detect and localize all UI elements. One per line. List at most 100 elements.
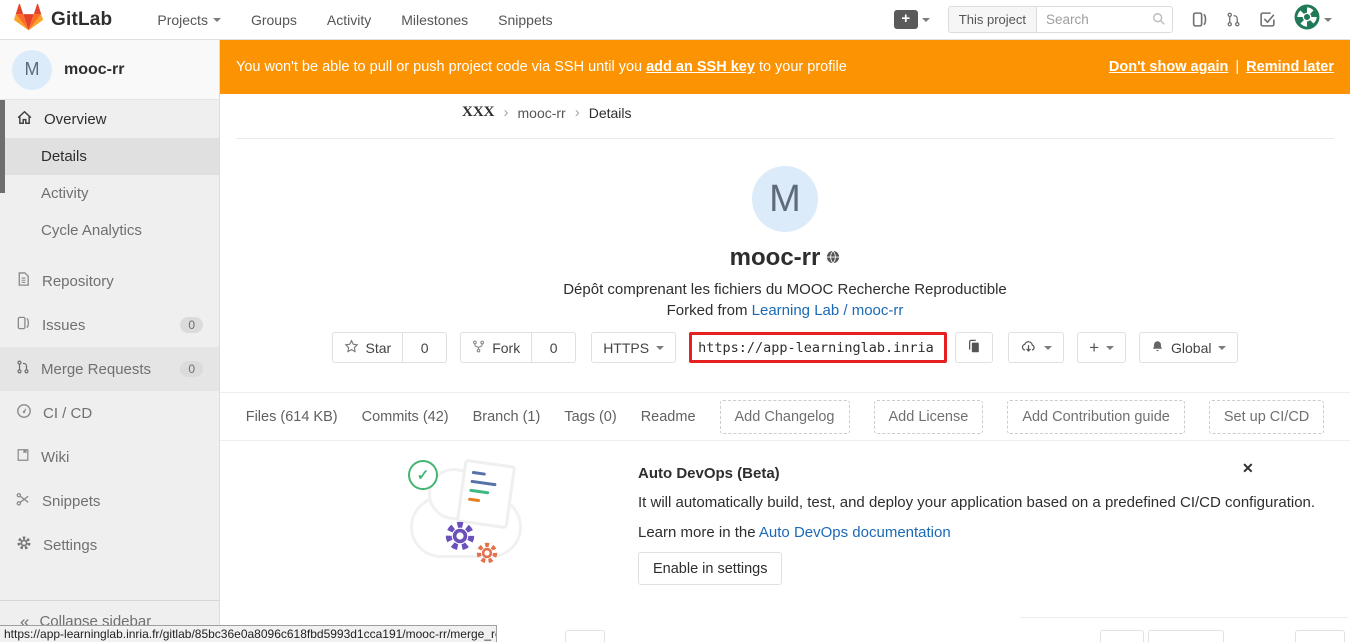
browser-status-bar: https://app-learninglab.inria.fr/gitlab/… <box>0 625 497 642</box>
sidebar-item-overview[interactable]: Overview <box>0 100 219 138</box>
notification-setting-dropdown[interactable]: Global <box>1139 332 1238 363</box>
brand-name: GitLab <box>51 9 112 31</box>
primary-nav: Projects Groups Activity Milestones Snip… <box>157 12 552 28</box>
partial-button[interactable] <box>1295 630 1345 642</box>
download-dropdown[interactable] <box>1008 332 1064 363</box>
protocol-dropdown[interactable]: HTTPS <box>591 332 676 363</box>
sidebar-item-settings[interactable]: Settings <box>0 523 219 567</box>
plus-icon: + <box>1089 338 1099 358</box>
sidebar-item-ci-cd[interactable]: CI / CD <box>0 391 219 435</box>
project-actions-row: Star 0 Fork 0 HTTPS <box>220 332 1350 363</box>
nav-snippets[interactable]: Snippets <box>498 12 552 28</box>
nav-milestones[interactable]: Milestones <box>401 12 468 28</box>
partial-button[interactable] <box>565 630 605 642</box>
remind-later-link[interactable]: Remind later <box>1246 59 1334 75</box>
chevron-down-icon <box>213 18 221 26</box>
breadcrumb-project-link[interactable]: mooc-rr <box>518 105 566 121</box>
copy-url-button[interactable] <box>955 332 993 363</box>
project-title: mooc-rr <box>730 244 821 271</box>
gitlab-home-link[interactable]: GitLab <box>14 3 112 37</box>
sidebar-item-wiki[interactable]: Wiki <box>0 435 219 479</box>
nav-groups[interactable]: Groups <box>251 12 297 28</box>
banner-separator: | <box>1235 59 1239 75</box>
sidebar-project-name: mooc-rr <box>64 61 124 79</box>
setup-ci-cd-button[interactable]: Set up CI/CD <box>1209 400 1324 434</box>
nav-activity[interactable]: Activity <box>327 12 371 28</box>
add-contribution-guide-button[interactable]: Add Contribution guide <box>1007 400 1185 434</box>
search-scope-label: This project <box>948 6 1036 33</box>
nav-projects[interactable]: Projects <box>157 12 221 28</box>
add-ssh-key-link[interactable]: add an SSH key <box>646 59 755 75</box>
auto-devops-description: It will automatically build, test, and d… <box>638 494 1315 511</box>
dont-show-again-link[interactable]: Don't show again <box>1109 59 1228 75</box>
fork-count[interactable]: 0 <box>532 332 576 363</box>
project-avatar: M <box>752 166 818 232</box>
fork-button[interactable]: Fork <box>460 332 532 363</box>
tab-files[interactable]: Files (614 KB) <box>246 409 338 425</box>
star-count[interactable]: 0 <box>403 332 447 363</box>
merge-requests-count-badge: 0 <box>180 361 203 377</box>
plus-icon: + <box>894 10 918 29</box>
star-icon <box>344 339 359 357</box>
enable-in-settings-button[interactable]: Enable in settings <box>638 552 782 585</box>
chevron-down-icon <box>1218 346 1226 354</box>
tab-readme[interactable]: Readme <box>641 409 696 425</box>
partial-button[interactable] <box>1100 630 1144 642</box>
auto-devops-title: Auto DevOps (Beta) <box>638 465 780 482</box>
sidebar-item-details[interactable]: Details <box>0 138 219 175</box>
sidebar-item-merge-requests[interactable]: Merge Requests 0 <box>0 347 219 391</box>
main-content: XXX › mooc-rr › Details M mooc-rr Dépôt … <box>220 94 1350 642</box>
chevron-down-icon <box>922 18 930 26</box>
gitlab-project-page: GitLab Projects Groups Activity Mileston… <box>0 0 1350 642</box>
add-changelog-button[interactable]: Add Changelog <box>720 400 850 434</box>
add-license-button[interactable]: Add License <box>874 400 984 434</box>
pipeline-gauge-icon <box>16 403 32 423</box>
search-icon <box>1152 12 1166 31</box>
merge-requests-dashboard-button[interactable] <box>1226 11 1241 28</box>
public-globe-icon <box>826 243 840 271</box>
partial-button[interactable] <box>1148 630 1224 642</box>
chevron-down-icon <box>1106 346 1114 354</box>
scissors-icon <box>16 492 31 511</box>
sidebar-item-cycle-analytics[interactable]: Cycle Analytics <box>0 212 219 249</box>
sidebar-item-activity[interactable]: Activity <box>0 175 219 212</box>
issues-count-badge: 0 <box>180 317 203 333</box>
sidebar-project-header[interactable]: M mooc-rr <box>0 40 219 100</box>
tab-branch[interactable]: Branch (1) <box>473 409 541 425</box>
chevron-right-icon: › <box>575 104 580 121</box>
close-icon[interactable]: ✕ <box>1242 460 1254 477</box>
forked-from-link[interactable]: Learning Lab / mooc-rr <box>752 302 904 319</box>
fork-icon <box>472 339 485 357</box>
breadcrumb-current-page: Details <box>589 105 632 121</box>
auto-devops-illustration: ✓ <box>408 454 548 586</box>
breadcrumb-group-link[interactable]: XXX <box>462 104 495 121</box>
user-menu-button[interactable] <box>1294 4 1332 35</box>
chevron-down-icon <box>1324 18 1332 26</box>
create-new-dropdown[interactable]: + <box>1077 332 1126 363</box>
tab-tags[interactable]: Tags (0) <box>564 409 616 425</box>
auto-devops-doc-link[interactable]: Auto DevOps documentation <box>759 524 951 541</box>
sidebar-scrollbar-thumb[interactable] <box>0 100 5 193</box>
sidebar-item-repository[interactable]: Repository <box>0 259 219 303</box>
top-navbar: GitLab Projects Groups Activity Mileston… <box>0 0 1350 40</box>
project-avatar-small: M <box>12 50 52 90</box>
check-circle-icon: ✓ <box>408 460 438 490</box>
issues-dashboard-button[interactable] <box>1191 11 1208 28</box>
gear-orange-icon <box>474 540 500 571</box>
wiki-book-icon <box>16 447 30 467</box>
star-button[interactable]: Star <box>332 332 404 363</box>
issues-icon <box>16 315 31 335</box>
gitlab-tanuki-icon <box>14 3 43 37</box>
clone-url-input[interactable] <box>689 332 947 363</box>
gear-icon <box>16 535 32 555</box>
new-menu-button[interactable]: + <box>894 10 930 29</box>
bell-icon <box>1151 339 1164 357</box>
chevron-down-icon <box>656 346 664 354</box>
sidebar-item-snippets[interactable]: Snippets <box>0 479 219 523</box>
clipboard-icon <box>967 339 981 357</box>
sidebar-item-issues[interactable]: Issues 0 <box>0 303 219 347</box>
document-icon <box>16 271 31 291</box>
todos-button[interactable] <box>1259 11 1276 28</box>
tab-commits[interactable]: Commits (42) <box>362 409 449 425</box>
project-description: Dépôt comprenant les fichiers du MOOC Re… <box>220 281 1350 298</box>
